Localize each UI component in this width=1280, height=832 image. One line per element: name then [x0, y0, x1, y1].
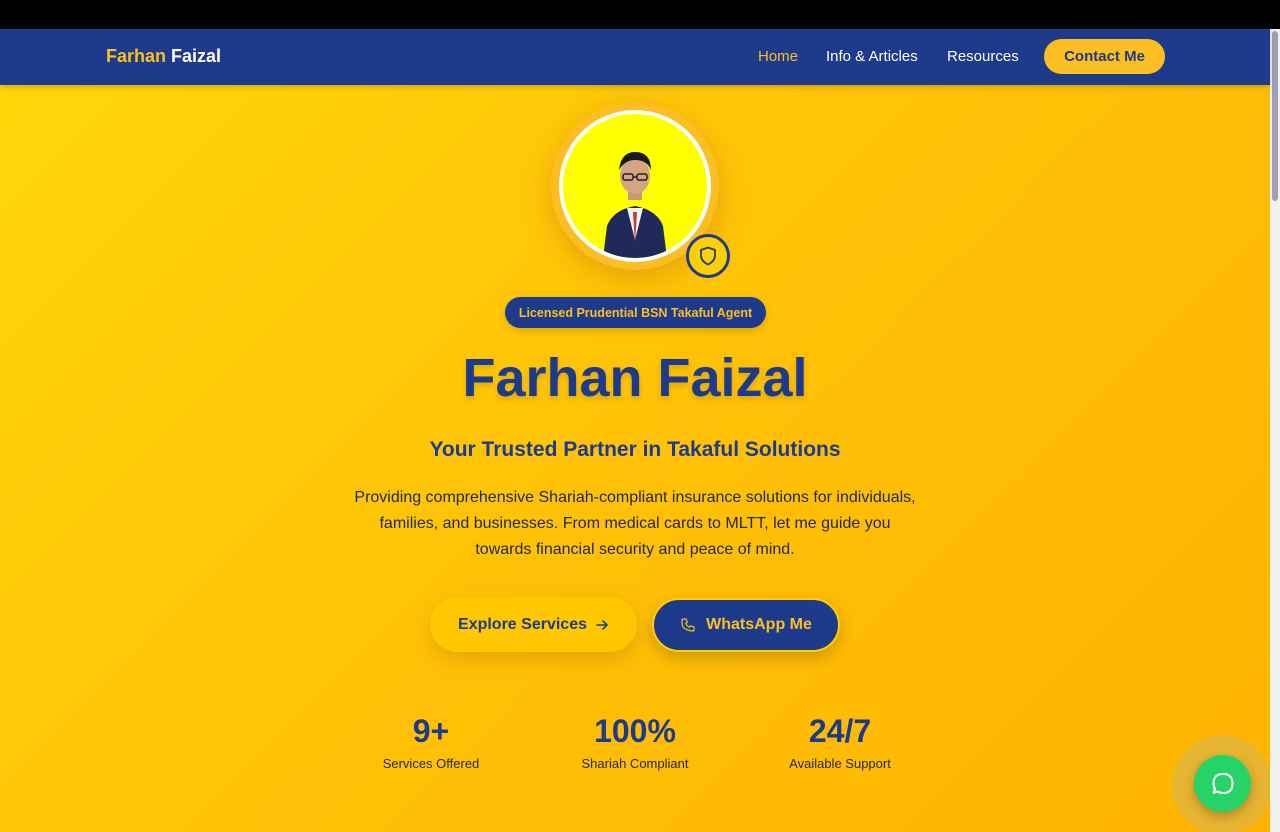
phone-icon — [681, 618, 695, 632]
stat-label: Services Offered — [382, 756, 480, 771]
browser-top-bar — [0, 0, 1280, 29]
whatsapp-me-label: WhatsApp Me — [706, 616, 812, 633]
brand-logo[interactable]: Farhan Faizal — [106, 46, 221, 67]
page-scrollbar[interactable] — [1270, 29, 1280, 832]
brand-last-name: Faizal — [171, 46, 222, 66]
brand-first-name: Farhan — [106, 46, 167, 66]
stat-available-support: 24/7 Available Support — [740, 713, 940, 771]
explore-services-label: Explore Services — [458, 615, 587, 633]
stat-value: 24/7 — [808, 713, 872, 749]
verified-badge — [686, 234, 730, 278]
license-badge: Licensed Prudential BSN Takaful Agent — [505, 297, 766, 328]
nav-link-resources[interactable]: Resources — [947, 48, 1019, 65]
profile-portrait-illustration — [563, 114, 707, 258]
floating-chat-button[interactable] — [1194, 755, 1251, 812]
hero-description: Providing comprehensive Shariah-complian… — [354, 489, 916, 558]
hero-section: Licensed Prudential BSN Takaful Agent Fa… — [0, 85, 1270, 832]
hero-tagline: Your Trusted Partner in Takaful Solution… — [429, 438, 841, 461]
contact-me-button[interactable]: Contact Me — [1044, 39, 1165, 74]
arrow-right-icon — [596, 619, 608, 630]
top-navigation: Farhan Faizal Home Info & Articles Resou… — [0, 29, 1270, 85]
explore-services-button[interactable]: Explore Services — [430, 597, 637, 652]
stat-label: Shariah Compliant — [581, 756, 689, 771]
stat-shariah-compliant: 100% Shariah Compliant — [535, 713, 735, 771]
profile-photo — [559, 110, 711, 262]
chat-bubble-icon — [1212, 772, 1233, 794]
stat-value: 100% — [594, 713, 676, 749]
stat-label: Available Support — [789, 756, 891, 771]
stat-value: 9+ — [412, 713, 450, 749]
hero-name: Farhan Faizal — [462, 348, 808, 408]
stat-services-offered: 9+ Services Offered — [331, 713, 531, 771]
scrollbar-thumb[interactable] — [1272, 31, 1278, 201]
whatsapp-me-button[interactable]: WhatsApp Me — [652, 598, 840, 652]
nav-link-home[interactable]: Home — [758, 48, 798, 65]
nav-link-info-articles[interactable]: Info & Articles — [826, 48, 918, 65]
shield-icon — [700, 246, 716, 266]
